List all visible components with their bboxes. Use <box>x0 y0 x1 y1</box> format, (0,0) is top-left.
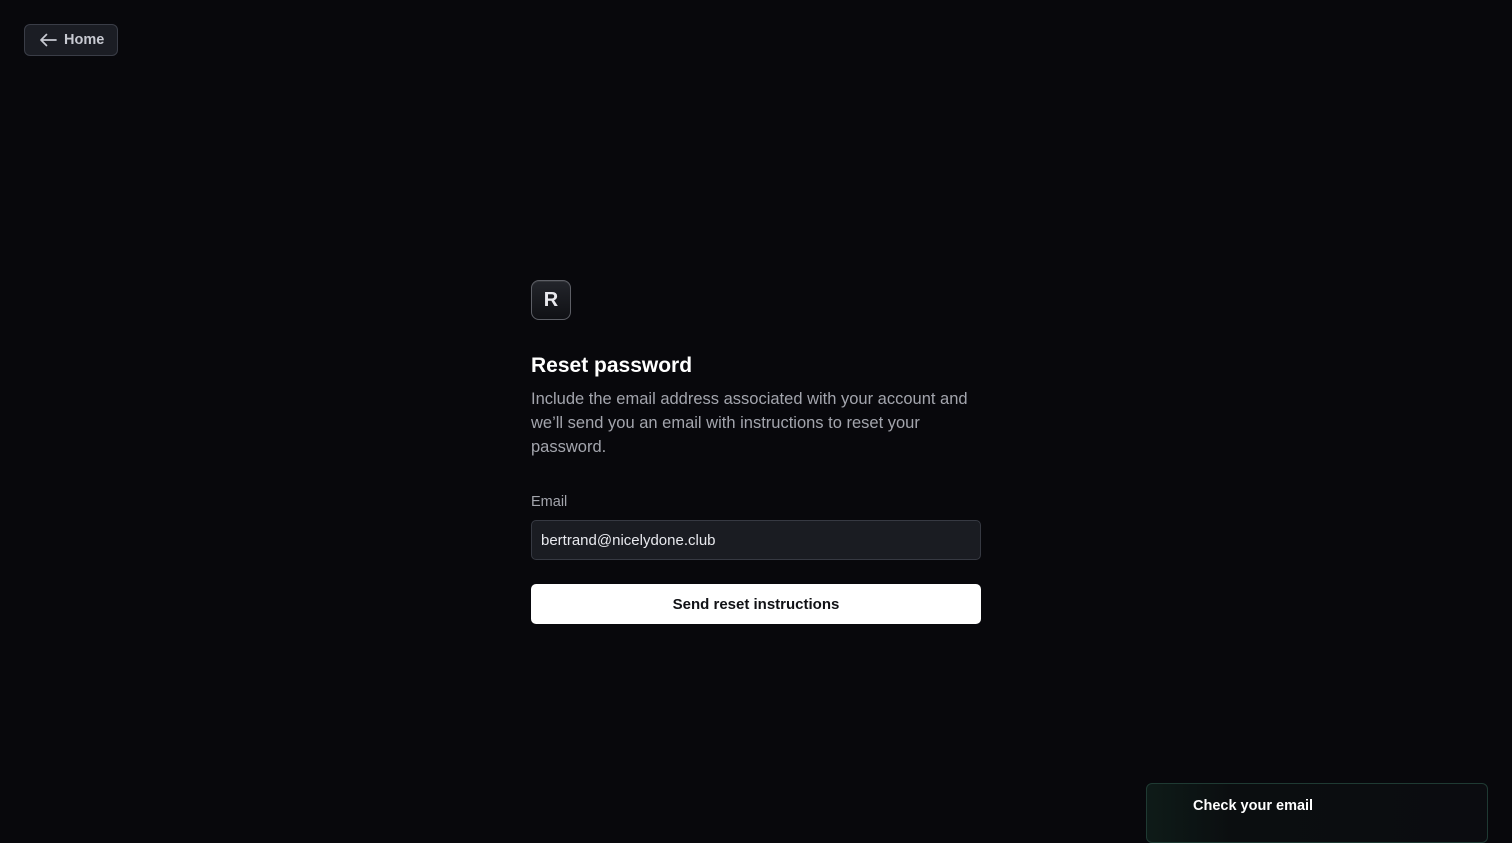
home-button-label: Home <box>64 32 105 48</box>
page-description: Include the email address associated wit… <box>531 390 968 456</box>
toast-title: Check your email <box>1193 798 1314 814</box>
email-label: Email <box>531 494 568 510</box>
send-reset-instructions-button[interactable]: Send reset instructions <box>531 584 981 624</box>
app-logo: R <box>531 280 571 320</box>
page-title: Reset password <box>531 354 693 377</box>
toast-notification: Check your email <box>1146 783 1488 843</box>
email-field[interactable] <box>531 520 981 560</box>
reset-password-form: R Reset password Include the email addre… <box>531 280 981 624</box>
home-button[interactable]: Home <box>24 24 118 56</box>
arrow-left-icon <box>39 33 57 47</box>
